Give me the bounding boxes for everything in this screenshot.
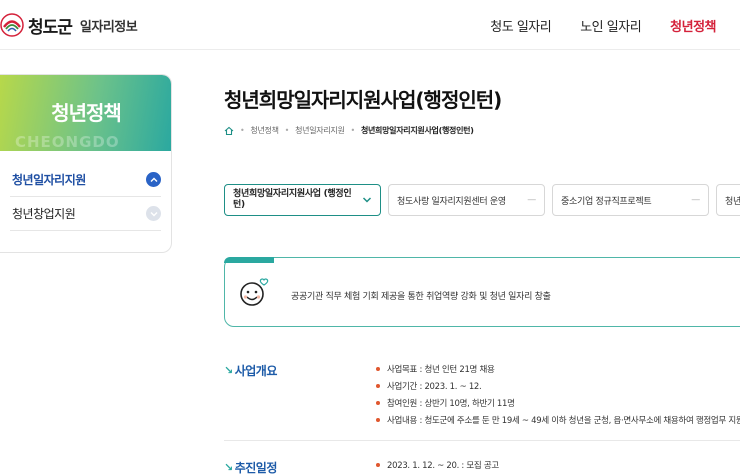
arrow-icon: ↘ bbox=[224, 461, 233, 474]
sidebar-item-label: 청년창업지원 bbox=[12, 207, 76, 221]
intro-accent bbox=[224, 257, 274, 263]
sidebar-item-youth-jobs[interactable]: 청년일자리지원 bbox=[10, 163, 161, 197]
smiley-face-icon bbox=[240, 278, 269, 306]
breadcrumb: • 청년정책 • 청년일자리지원 • 청년희망일자리지원사업(행정인턴) bbox=[224, 125, 474, 136]
global-nav: 청도 일자리 노인 일자리 청년정책 bbox=[461, 16, 716, 35]
site-header: 청도군 일자리정보 청도 일자리 노인 일자리 청년정책 bbox=[0, 0, 740, 50]
sidebar-menu: 청년일자리지원 청년창업지원 bbox=[0, 151, 171, 231]
home-icon[interactable] bbox=[224, 126, 234, 136]
tab-sme-project[interactable]: 중소기업 정규직프로젝트 — bbox=[552, 184, 709, 216]
section-divider bbox=[224, 440, 740, 441]
sidebar-watermark: CHEONGDO bbox=[15, 133, 120, 151]
list-item: 사업목표 : 청년 인턴 21명 채용 bbox=[376, 360, 740, 377]
section-title-label: 사업개요 bbox=[234, 364, 278, 378]
minus-icon: — bbox=[527, 195, 536, 205]
page-title: 청년희망일자리지원사업(행정인턴) bbox=[224, 88, 502, 112]
chevron-up-icon bbox=[146, 172, 161, 187]
sidebar-header: 청년정책 CHEONGDO bbox=[0, 75, 171, 151]
intro-text: 공공기관 직무 체험 기회 제공을 통한 취업역량 강화 및 청년 일자리 창출 bbox=[291, 292, 551, 302]
chevron-down-icon bbox=[362, 197, 372, 203]
tab-job-center[interactable]: 청도사랑 일자리지원센터 운영 — bbox=[388, 184, 545, 216]
tab-label: 청년 bbox=[725, 196, 740, 207]
list-item: 사업내용 : 청도군에 주소를 둔 만 19세 ~ 49세 이하 청년을 군청,… bbox=[376, 411, 740, 428]
list-item: 사업기간 : 2023. 1. ~ 12. bbox=[376, 377, 740, 394]
chevron-down-icon bbox=[146, 206, 161, 221]
logo-subtitle: 일자리정보 bbox=[79, 19, 138, 35]
arrow-icon: ↘ bbox=[224, 364, 233, 377]
tab-youth-more[interactable]: 청년 bbox=[716, 184, 740, 216]
minus-icon: — bbox=[691, 195, 700, 205]
breadcrumb-current: 청년희망일자리지원사업(행정인턴) bbox=[360, 126, 474, 135]
breadcrumb-youth-policy[interactable]: 청년정책 bbox=[250, 125, 279, 136]
section-title-overview: ↘ 사업개요 bbox=[224, 362, 277, 379]
county-emblem-icon bbox=[0, 13, 24, 37]
sidebar-title: 청년정책 bbox=[51, 101, 122, 125]
tab-label: 청도사랑 일자리지원센터 운영 bbox=[397, 196, 506, 207]
breadcrumb-separator: • bbox=[284, 126, 290, 135]
overview-list: 사업목표 : 청년 인턴 21명 채용 사업기간 : 2023. 1. ~ 12… bbox=[376, 360, 740, 428]
section-title-label: 추진일정 bbox=[234, 461, 278, 475]
nav-cheongdo-jobs[interactable]: 청도 일자리 bbox=[490, 16, 551, 35]
schedule-list: 2023. 1. 12. ~ 20. : 모집 공고 bbox=[376, 456, 499, 473]
nav-youth-policy[interactable]: 청년정책 bbox=[670, 16, 716, 35]
breadcrumb-separator: • bbox=[350, 126, 356, 135]
tab-label: 중소기업 정규직프로젝트 bbox=[561, 196, 652, 207]
breadcrumb-separator: • bbox=[240, 126, 245, 135]
sidebar-item-youth-startup[interactable]: 청년창업지원 bbox=[10, 197, 161, 231]
tab-youth-hope-jobs[interactable]: 청년희망일자리지원사업 (행정인턴) bbox=[224, 184, 381, 216]
program-tabs: 청년희망일자리지원사업 (행정인턴) 청도사랑 일자리지원센터 운영 — 중소기… bbox=[224, 184, 740, 216]
nav-senior-jobs[interactable]: 노인 일자리 bbox=[580, 16, 641, 35]
intro-box: 공공기관 직무 체험 기회 제공을 통한 취업역량 강화 및 청년 일자리 창출 bbox=[224, 257, 740, 327]
tab-label: 청년희망일자리지원사업 (행정인턴) bbox=[233, 189, 352, 210]
sidebar: 청년정책 CHEONGDO 청년일자리지원 청년창업지원 bbox=[0, 74, 172, 253]
logo-name: 청도군 bbox=[28, 17, 73, 38]
breadcrumb-youth-jobs[interactable]: 청년일자리지원 bbox=[295, 125, 345, 136]
list-item: 2023. 1. 12. ~ 20. : 모집 공고 bbox=[376, 456, 499, 473]
list-item: 참여인원 : 상반기 10명, 하반기 11명 bbox=[376, 394, 740, 411]
site-logo[interactable]: 청도군 일자리정보 bbox=[0, 10, 138, 40]
section-title-schedule: ↘ 추진일정 bbox=[224, 459, 277, 476]
sidebar-item-label: 청년일자리지원 bbox=[12, 173, 86, 187]
